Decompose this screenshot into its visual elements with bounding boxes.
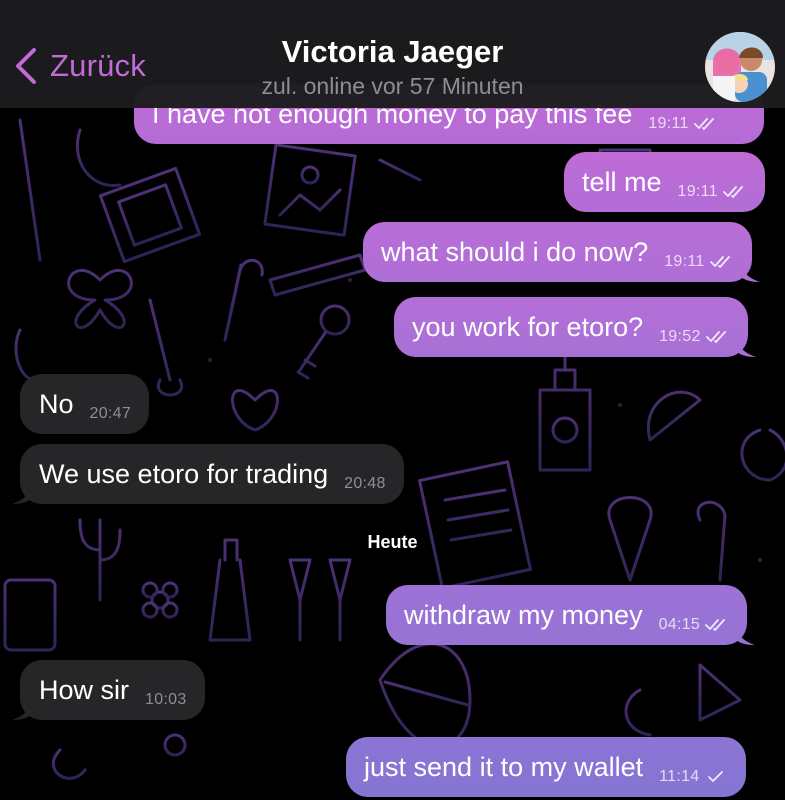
date-separator: Heute — [367, 532, 418, 552]
bubble-tail — [739, 260, 760, 282]
message-time: 10:03 — [145, 691, 187, 708]
chat-header: Zurück Victoria Jaeger zul. online vor 5… — [0, 0, 785, 108]
message-text: what should i do now? — [381, 236, 649, 267]
double-check-icon — [693, 118, 714, 130]
double-check-icon — [705, 619, 726, 631]
message-bubble-outgoing[interactable]: just send it to my wallet 11:14 — [346, 737, 747, 797]
bubble-tail — [735, 335, 756, 357]
message-text: How sir — [39, 674, 130, 705]
message-bubble-incoming[interactable]: No 20:47 — [20, 374, 150, 434]
contact-avatar[interactable] — [705, 32, 775, 102]
message-text: just send it to my wallet — [364, 751, 644, 782]
message-time: 19:11 — [677, 183, 718, 200]
message-time: 19:52 — [659, 328, 701, 345]
message-text: No — [39, 388, 74, 419]
message-time: 04:15 — [658, 616, 701, 633]
message-bubble-outgoing[interactable]: you work for etoro? 19:52 — [394, 297, 756, 357]
message-time: 19:11 — [648, 115, 689, 132]
message-time: 19:11 — [664, 253, 705, 270]
message-bubble-incoming[interactable]: We use etoro for trading 20:48 — [12, 444, 404, 504]
message-time: 20:48 — [344, 475, 386, 492]
message-bubble-outgoing[interactable]: tell me 19:11 — [564, 152, 765, 212]
message-text: We use etoro for trading — [39, 458, 329, 489]
message-time: 20:47 — [89, 405, 132, 422]
double-check-icon — [709, 256, 730, 268]
bubble-tail — [12, 482, 32, 504]
bubble-tail — [735, 623, 756, 645]
bubble-tail — [12, 698, 32, 720]
double-check-icon — [705, 331, 726, 343]
single-check-icon — [708, 771, 724, 782]
contact-status: zul. online vor 57 Minuten — [261, 73, 524, 99]
double-check-icon — [722, 186, 743, 198]
avatar-image — [705, 32, 775, 102]
message-text: tell me — [582, 166, 662, 197]
message-text: you work for etoro? — [412, 311, 644, 342]
message-text: withdraw my money — [404, 599, 643, 630]
contact-name[interactable]: Victoria Jaeger — [0, 34, 785, 70]
message-time: 11:14 — [659, 768, 700, 785]
message-bubble-outgoing[interactable]: what should i do now? 19:11 — [363, 222, 760, 282]
message-bubble-incoming[interactable]: How sir 10:03 — [12, 660, 205, 720]
message-bubble-outgoing[interactable]: withdraw my money 04:15 — [386, 585, 756, 645]
